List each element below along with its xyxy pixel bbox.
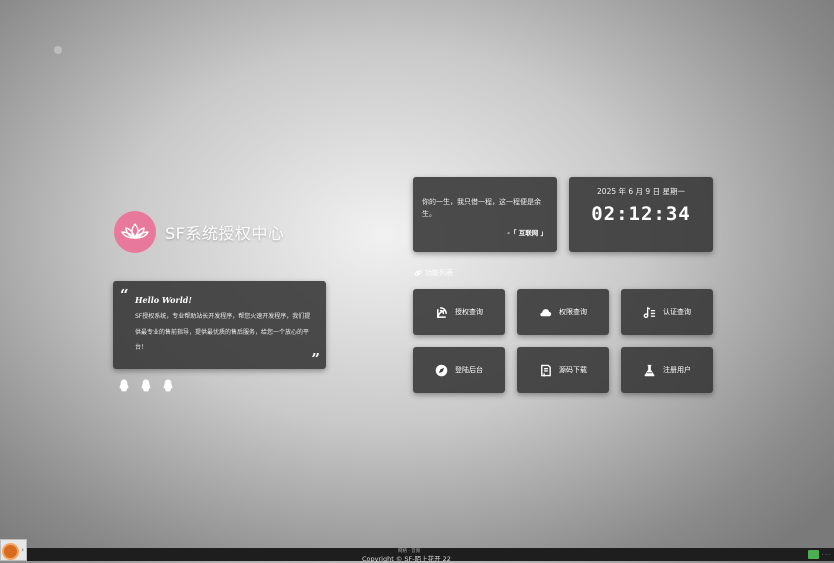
qq-icon[interactable] [141,379,151,392]
source-download-button[interactable]: 源码下载 [517,347,609,393]
poem-card: 你的一生，我只借一程，这一程便是余生。 -「 互联网 」 [413,177,557,252]
social-links [119,379,173,392]
clock-card: 2025 年 6 月 9 日 星期一 02:12:34 [569,177,713,252]
compass-icon [435,364,448,376]
intro-card: “ Hello World! SF授权系统，专业帮助站长开发程序，帮您火速开发程… [113,281,326,369]
open-quote-icon: “ [120,286,129,304]
music-disc-icon [2,543,19,560]
permission-query-button[interactable]: 权限查询 [517,289,609,335]
function-list-label: 功能列表 [414,268,453,278]
network-text: · · · [822,551,830,558]
close-quote-icon: ” [311,350,320,368]
intro-text: SF授权系统，专业帮助站长开发程序，帮您火速开发程序，我们提供最专业的售前指导，… [135,313,311,351]
poem-source: -「 互联网 」 [507,229,547,237]
poem-text: 你的一生，我只借一程，这一程便是余生。 [422,198,541,218]
qq-icon[interactable] [163,379,173,392]
intro-heading: Hello World! [135,295,192,305]
register-user-button[interactable]: 注册用户 [621,347,713,393]
footer: 网络 · 音频 Copyright © SF-陌上花开 22 · · · [0,548,834,563]
music-player[interactable]: › [0,539,27,561]
clock-date: 2025 年 6 月 9 日 星期一 [597,187,685,196]
brand: SF系统授权中心 [114,211,284,253]
tile-label: 认证查询 [663,308,691,316]
document-download-icon [541,364,551,377]
page-title: SF系统授权中心 [165,224,285,243]
music-list-icon [643,306,656,318]
copyright-text: Copyright © SF-陌上花开 22 [362,555,451,563]
tile-label: 登陆后台 [455,366,483,374]
tile-label: 权限查询 [559,308,587,316]
lotus-icon [114,211,156,253]
function-list-title: 功能列表 [425,269,453,277]
network-status[interactable]: · · · [808,550,830,559]
link-icon [414,270,422,276]
chevron-right-icon[interactable]: › [21,546,24,554]
network-icon [808,550,820,559]
certification-query-button[interactable]: 认证查询 [621,289,713,335]
satellite-icon [437,306,447,318]
qq-icon[interactable] [119,379,129,392]
auth-query-button[interactable]: 授权查询 [413,289,505,335]
tile-label: 注册用户 [663,366,691,374]
flask-icon [644,364,655,376]
admin-login-button[interactable]: 登陆后台 [413,347,505,393]
decorative-dot [54,46,62,54]
clock-time: 02:12:34 [591,203,691,225]
tile-label: 授权查询 [455,308,483,316]
cloud-icon [540,308,552,316]
tile-label: 源码下载 [559,366,587,374]
